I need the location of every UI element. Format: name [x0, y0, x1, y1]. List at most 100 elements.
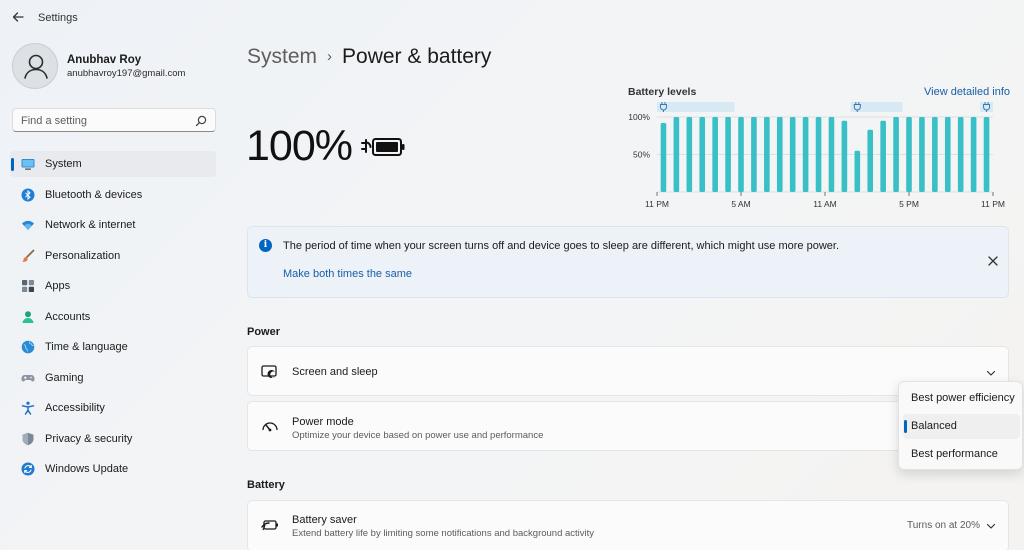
- battery-bar: [686, 117, 693, 192]
- y-tick-label: 100%: [628, 112, 650, 122]
- option-label: Balanced: [911, 420, 957, 432]
- person-icon: [21, 310, 35, 324]
- sidebar-item-label: Time & language: [45, 341, 128, 353]
- battery-bar: [893, 117, 899, 192]
- search-icon[interactable]: [195, 114, 207, 127]
- sidebar-item-accessibility[interactable]: Accessibility: [10, 395, 216, 421]
- sidebar-item-system[interactable]: System: [10, 151, 216, 177]
- battery-charging-icon: [360, 134, 406, 160]
- make-both-times-same-link[interactable]: Make both times the same: [283, 268, 412, 280]
- y-tick-label: 50%: [633, 150, 650, 160]
- battery-bar: [712, 117, 718, 192]
- title-bar: Settings: [0, 0, 1024, 36]
- sidebar-item-bluetooth[interactable]: Bluetooth & devices: [10, 182, 216, 208]
- apps-icon: [21, 279, 35, 293]
- shield-icon: [21, 432, 35, 446]
- option-label: Best performance: [911, 448, 998, 460]
- sidebar-item-label: Windows Update: [45, 463, 129, 475]
- battery-bar: [906, 117, 912, 192]
- selected-indicator: [904, 420, 907, 433]
- section-title-battery: Battery: [247, 479, 285, 491]
- app-title: Settings: [38, 12, 78, 24]
- battery-bar: [751, 117, 757, 192]
- battery-bar: [789, 117, 796, 192]
- battery-saver-threshold: Turns on at 20%: [907, 520, 981, 531]
- battery-bar: [673, 117, 680, 192]
- card-title: Screen and sleep: [292, 366, 378, 378]
- globe-icon: [21, 340, 35, 354]
- battery-bar: [957, 117, 964, 192]
- breadcrumb: System › Power & battery: [247, 45, 491, 69]
- sidebar-item-label: System: [45, 158, 82, 170]
- option-best-performance[interactable]: Best performance: [903, 442, 1020, 467]
- battery-bar: [776, 117, 783, 192]
- search-input[interactable]: [21, 113, 191, 128]
- sidebar-item-label: Bluetooth & devices: [45, 189, 143, 201]
- section-title-power: Power: [247, 326, 281, 338]
- battery-bar: [919, 117, 925, 192]
- sidebar-item-label: Personalization: [45, 250, 121, 262]
- chart-title: Battery levels: [628, 86, 697, 98]
- view-detailed-info-link[interactable]: View detailed info: [924, 86, 1010, 98]
- battery-bar: [764, 117, 770, 192]
- sidebar-item-label: Network & internet: [45, 219, 136, 231]
- sidebar-item-label: Gaming: [45, 372, 84, 384]
- search-box[interactable]: [12, 108, 216, 132]
- system-icon: [21, 157, 35, 171]
- charging-period-band: [657, 102, 735, 112]
- sidebar-item-network[interactable]: Network & internet: [10, 212, 216, 238]
- battery-bar: [802, 117, 809, 192]
- sidebar-item-label: Accounts: [45, 311, 91, 323]
- chevron-down-icon[interactable]: [985, 519, 997, 531]
- battery-bar: [660, 123, 667, 192]
- card-subtitle: Optimize your device based on power use …: [292, 430, 544, 441]
- option-label: Best power efficiency: [911, 392, 1015, 404]
- sidebar-item-label: Apps: [45, 280, 71, 292]
- page-title: Power & battery: [342, 45, 492, 68]
- user-email: anubhavroy197@gmail.com: [67, 68, 186, 79]
- banner-message: The period of time when your screen turn…: [283, 240, 840, 252]
- sidebar-item-personalization[interactable]: Personalization: [10, 243, 216, 269]
- card-subtitle: Extend battery life by limiting some not…: [292, 528, 595, 539]
- update-icon: [21, 462, 35, 476]
- battery-bar: [970, 117, 977, 192]
- battery-bar: [932, 117, 938, 192]
- close-icon[interactable]: [986, 254, 1000, 268]
- accessibility-icon: [21, 401, 35, 415]
- sidebar-item-accounts[interactable]: Accounts: [10, 304, 216, 330]
- active-indicator: [11, 158, 14, 171]
- battery-bar: [815, 117, 822, 192]
- avatar[interactable]: [12, 43, 58, 89]
- battery-bar: [983, 117, 990, 192]
- sidebar-item-label: Accessibility: [45, 402, 105, 414]
- battery-bar: [699, 117, 706, 192]
- brush-icon: [21, 249, 35, 263]
- breadcrumb-parent[interactable]: System: [247, 45, 317, 68]
- gauge-icon: [261, 419, 279, 433]
- battery-bar: [725, 117, 731, 192]
- sidebar-item-privacy[interactable]: Privacy & security: [10, 426, 216, 452]
- battery-percentage: 100%: [246, 122, 353, 170]
- option-best-power-efficiency[interactable]: Best power efficiency: [903, 386, 1020, 411]
- card-title: Power mode: [292, 416, 354, 428]
- sidebar-item-gaming[interactable]: Gaming: [10, 365, 216, 391]
- battery-bar: [867, 129, 874, 192]
- card-title: Battery saver: [292, 514, 357, 526]
- screen-and-sleep-card[interactable]: Screen and sleep: [247, 346, 1009, 396]
- info-icon: i: [259, 239, 272, 252]
- battery-bar: [738, 117, 744, 192]
- sidebar-item-time-language[interactable]: Time & language: [10, 334, 216, 360]
- battery-saver-card[interactable]: Battery saver Extend battery life by lim…: [247, 500, 1009, 550]
- bluetooth-icon: [21, 188, 35, 202]
- back-arrow-icon[interactable]: [10, 10, 26, 26]
- battery-bar: [944, 117, 951, 192]
- sidebar-item-windows-update[interactable]: Windows Update: [10, 456, 216, 482]
- sidebar-item-apps[interactable]: Apps: [10, 273, 216, 299]
- chevron-down-icon[interactable]: [985, 366, 997, 378]
- power-mode-dropdown: Best power efficiency Balanced Best perf…: [898, 381, 1023, 470]
- option-balanced[interactable]: Balanced: [903, 414, 1020, 439]
- screen-sleep-icon: [261, 365, 279, 379]
- battery-bar: [828, 117, 835, 192]
- info-banner: i The period of time when your screen tu…: [247, 226, 1009, 298]
- battery-bar: [880, 120, 886, 192]
